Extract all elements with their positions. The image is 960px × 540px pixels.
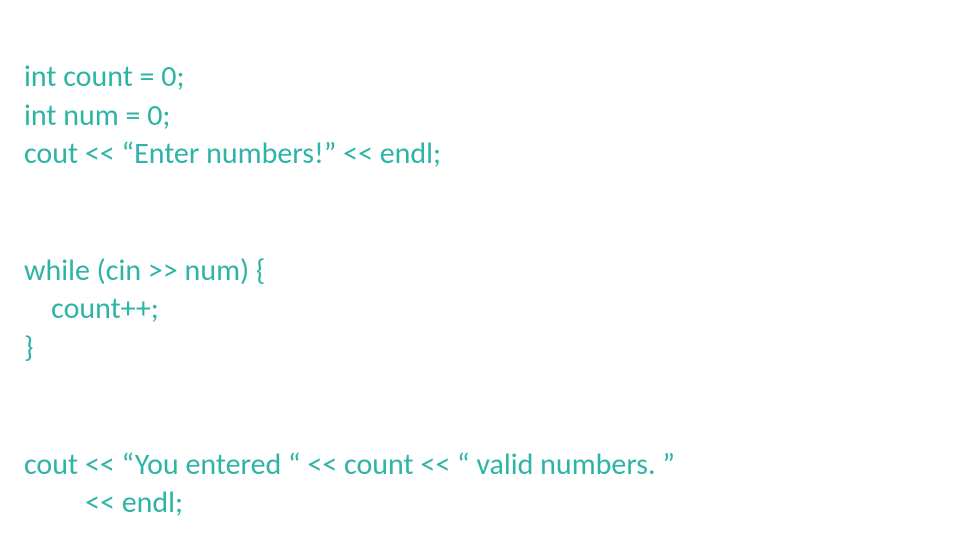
code-slide: int count = 0; int num = 0; cout << “Ent… [0, 0, 960, 540]
code-line: } [24, 329, 33, 366]
code-line: int count = 0; [24, 58, 185, 95]
code-line: cout << “You entered “ << count << “ val… [24, 446, 675, 483]
code-line: << endl; [24, 484, 183, 521]
code-paragraph-2: while (cin >> num) { count++; } [24, 214, 936, 368]
code-line: cout << “Enter numbers!” << endl; [24, 135, 441, 172]
code-paragraph-3: cout << “You entered “ << count << “ val… [24, 407, 936, 522]
code-line: int num = 0; [24, 97, 170, 134]
code-line: count++; [24, 290, 159, 327]
code-line: while (cin >> num) { [24, 252, 265, 289]
code-paragraph-1: int count = 0; int num = 0; cout << “Ent… [24, 20, 936, 174]
